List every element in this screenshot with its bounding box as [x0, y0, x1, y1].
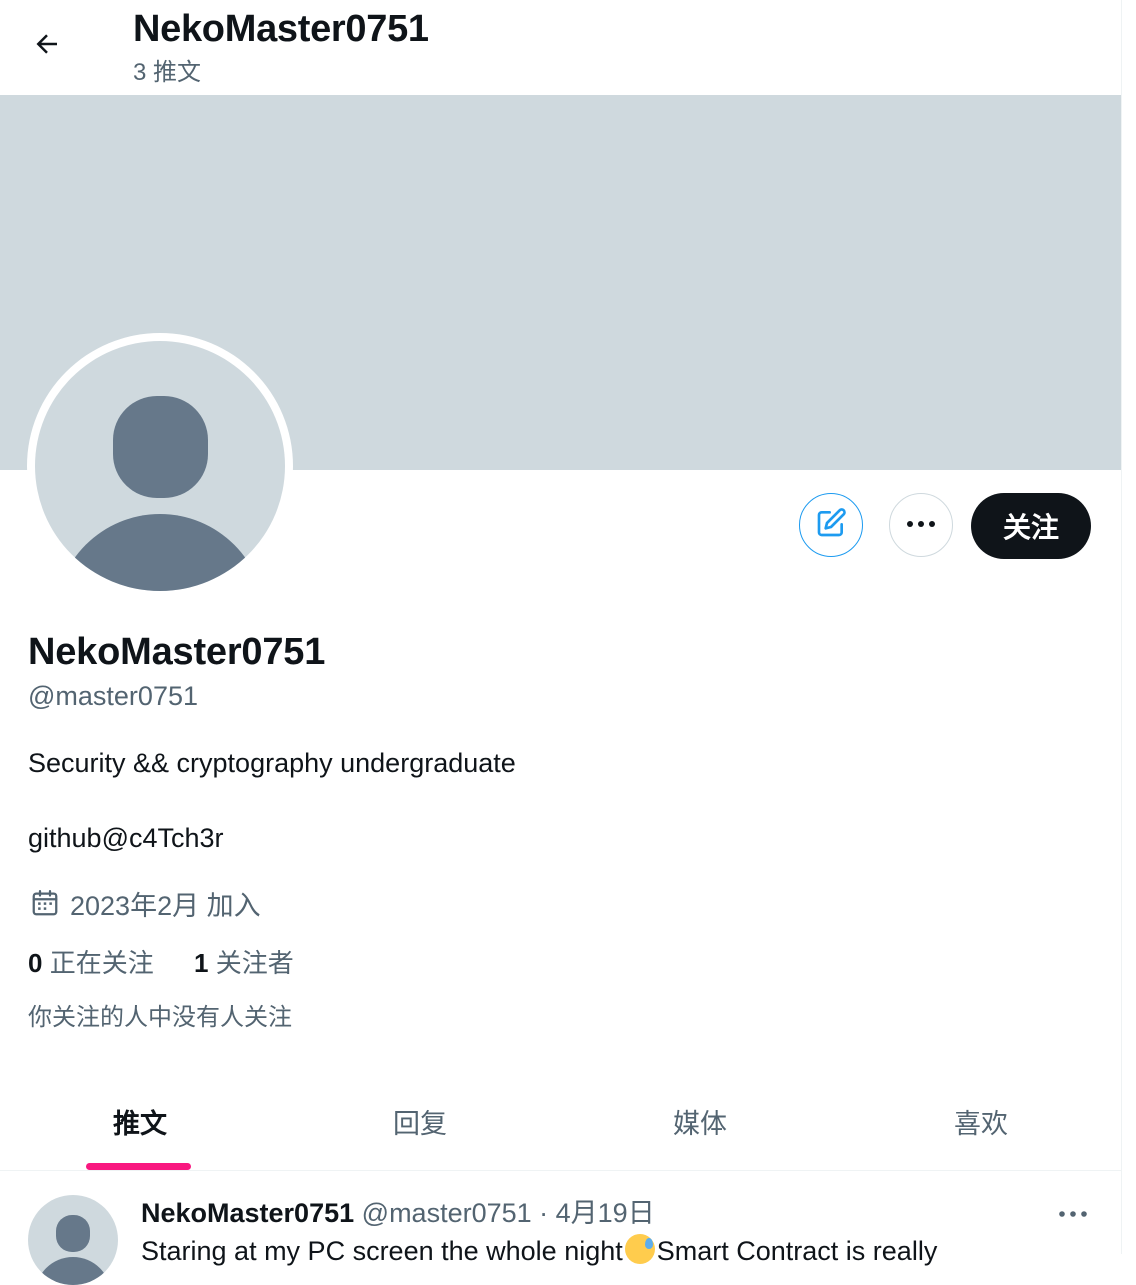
tab-posts[interactable]: 推文 [0, 1072, 280, 1170]
following-label: 正在关注 [49, 948, 154, 978]
tweet-header: NekoMaster0751 @master0751 · 4月19日 [141, 1196, 655, 1230]
following-count: 0 [28, 948, 43, 978]
tweet-more-button[interactable] [1050, 1196, 1096, 1232]
edit-icon [815, 507, 847, 544]
profile-name: NekoMaster0751 [28, 631, 326, 673]
followers-label: 关注者 [215, 948, 294, 978]
active-tab-indicator [86, 1163, 191, 1170]
tweet-avatar[interactable] [28, 1195, 118, 1285]
join-date-text: 2023年2月 加入 [70, 890, 261, 921]
tweet-meta[interactable]: @master0751 · 4月19日 [362, 1198, 655, 1228]
followers-count: 1 [194, 948, 209, 978]
header-title: NekoMaster0751 [133, 8, 429, 50]
tweet-text[interactable]: Staring at my PC screen the whole night S… [141, 1234, 937, 1268]
profile-handle: @master0751 [28, 681, 198, 711]
default-avatar-icon [36, 1215, 110, 1285]
back-button[interactable] [22, 24, 72, 68]
default-avatar-icon [58, 396, 262, 591]
followers-link[interactable]: 1 关注者 [194, 946, 294, 980]
profile-tabs: 推文 回复 媒体 喜欢 [0, 1072, 1121, 1171]
more-icon [1058, 1205, 1088, 1223]
bio-line-1: Security && cryptography undergraduate [28, 748, 516, 778]
follow-button[interactable]: 关注 [971, 493, 1091, 559]
more-options-button[interactable] [889, 493, 953, 557]
sweat-emoji-icon [624, 1234, 655, 1264]
column-border [1121, 0, 1122, 1254]
avatar[interactable] [35, 341, 285, 591]
tweet-author-name[interactable]: NekoMaster0751 [141, 1198, 354, 1228]
header-post-count: 3 推文 [133, 59, 202, 86]
tab-media[interactable]: 媒体 [560, 1072, 840, 1170]
mutual-followers-note: 你关注的人中没有人关注 [28, 1004, 292, 1031]
calendar-icon [28, 886, 62, 920]
profile-header: NekoMaster0751 3 推文 [0, 0, 1121, 95]
join-date: 2023年2月 加入 [28, 886, 261, 921]
more-icon [905, 516, 937, 534]
edit-profile-button[interactable] [799, 493, 863, 557]
following-link[interactable]: 0 正在关注 [28, 946, 154, 980]
tweet-text-part-2: Smart Contract is really [656, 1236, 938, 1266]
tab-replies[interactable]: 回复 [280, 1072, 560, 1170]
tab-likes[interactable]: 喜欢 [841, 1072, 1121, 1170]
bio-line-2: github@c4Tch3r [28, 823, 224, 853]
arrow-left-icon [32, 29, 62, 64]
tweet-text-part-1: Staring at my PC screen the whole night [141, 1236, 623, 1266]
